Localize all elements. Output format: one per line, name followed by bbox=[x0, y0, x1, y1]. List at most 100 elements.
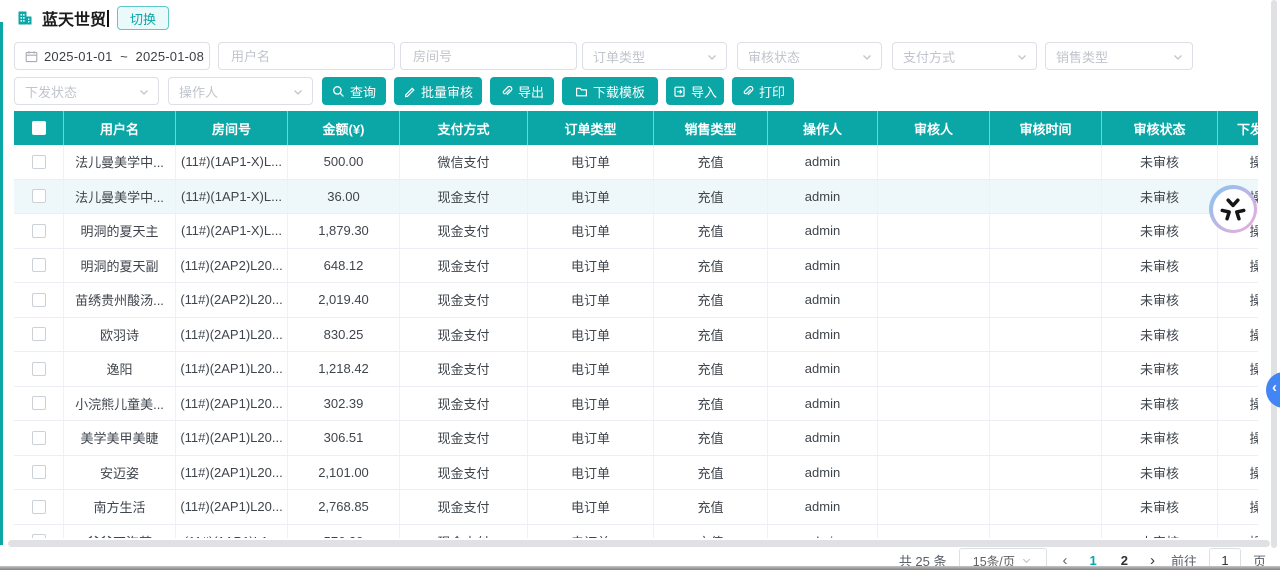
cell-room: (11#)(2AP2)L20... bbox=[176, 249, 288, 283]
row-checkbox[interactable] bbox=[32, 293, 46, 307]
batch-audit-button[interactable]: 批量审核 bbox=[394, 77, 482, 105]
horizontal-scrollbar[interactable] bbox=[8, 540, 1270, 547]
cell-action[interactable]: 操作 bbox=[1218, 456, 1258, 490]
download-template-button[interactable]: 下载模板 bbox=[562, 77, 658, 105]
chevron-down-icon bbox=[1021, 555, 1032, 566]
cell-amount: 302.39 bbox=[288, 387, 400, 421]
row-checkbox[interactable] bbox=[32, 258, 46, 272]
cell-pay: 现金支付 bbox=[400, 283, 528, 317]
cell-action[interactable]: 操作 bbox=[1218, 318, 1258, 352]
table-row: 明洞的夏天副(11#)(2AP2)L20...648.12现金支付电订单充值ad… bbox=[14, 249, 1258, 284]
cell-amount: 306.51 bbox=[288, 421, 400, 455]
cell-status: 未审核 bbox=[1102, 249, 1218, 283]
dispatch-status-select[interactable]: 下发状态 bbox=[14, 77, 159, 105]
cell-action[interactable]: 操作 bbox=[1218, 421, 1258, 455]
column-header: 审核时间 bbox=[990, 111, 1102, 145]
cell-order: 电订单 bbox=[528, 421, 654, 455]
cell-action[interactable]: 操作 bbox=[1218, 352, 1258, 386]
cell-pay: 现金支付 bbox=[400, 214, 528, 248]
cell-auditor bbox=[878, 249, 990, 283]
cell-action[interactable]: 操作 bbox=[1218, 145, 1258, 179]
cell-sale: 充值 bbox=[654, 456, 768, 490]
cell-order: 电订单 bbox=[528, 525, 654, 539]
cell-order: 电订单 bbox=[528, 249, 654, 283]
cell-sale: 充值 bbox=[654, 318, 768, 352]
date-range-input[interactable]: 2025-01-01 ~ 2025-01-08 bbox=[14, 42, 210, 70]
row-checkbox[interactable] bbox=[32, 534, 46, 538]
cell-auditor bbox=[878, 352, 990, 386]
cell-action[interactable]: 操作 bbox=[1218, 490, 1258, 524]
cell-auditor bbox=[878, 180, 990, 214]
cell-audit_time bbox=[990, 214, 1102, 248]
row-checkbox[interactable] bbox=[32, 362, 46, 376]
cell-user: 美学美甲美睫 bbox=[64, 421, 176, 455]
order-type-select[interactable]: 订单类型 bbox=[582, 42, 727, 70]
row-checkbox-cell bbox=[14, 490, 64, 524]
query-button[interactable]: 查询 bbox=[322, 77, 386, 105]
cell-user: 小浣熊儿童美... bbox=[64, 387, 176, 421]
select-all-checkbox[interactable] bbox=[32, 121, 46, 135]
building-icon bbox=[16, 9, 34, 27]
floating-assistant-button[interactable] bbox=[1209, 185, 1257, 233]
cell-status: 未审核 bbox=[1102, 283, 1218, 317]
cell-status: 未审核 bbox=[1102, 352, 1218, 386]
cell-operator: admin bbox=[768, 249, 878, 283]
row-checkbox[interactable] bbox=[32, 431, 46, 445]
row-checkbox[interactable] bbox=[32, 396, 46, 410]
pay-method-select[interactable]: 支付方式 bbox=[892, 42, 1037, 70]
cell-action[interactable]: 操作 bbox=[1218, 283, 1258, 317]
room-input[interactable] bbox=[411, 48, 566, 65]
pen-icon bbox=[403, 85, 416, 98]
cell-auditor bbox=[878, 145, 990, 179]
row-checkbox[interactable] bbox=[32, 500, 46, 514]
cell-pay: 现金支付 bbox=[400, 525, 528, 539]
cell-action[interactable]: 操作 bbox=[1218, 387, 1258, 421]
switch-button[interactable]: 切换 bbox=[117, 6, 169, 30]
filter-row-2: 下发状态 操作人 查询 批量审核 导出 下载模板 导入 打印 bbox=[0, 77, 1280, 105]
tri-spoke-logo-icon bbox=[1213, 189, 1254, 230]
collapse-chevron-icon: ‹ bbox=[1272, 379, 1277, 396]
cell-amount: 2,768.85 bbox=[288, 490, 400, 524]
operator-select[interactable]: 操作人 bbox=[168, 77, 313, 105]
print-button[interactable]: 打印 bbox=[732, 77, 794, 105]
cell-order: 电订单 bbox=[528, 214, 654, 248]
export-button[interactable]: 导出 bbox=[490, 77, 554, 105]
row-checkbox[interactable] bbox=[32, 189, 46, 203]
row-checkbox[interactable] bbox=[32, 327, 46, 341]
cell-operator: admin bbox=[768, 421, 878, 455]
cell-sale: 充值 bbox=[654, 421, 768, 455]
cell-order: 电订单 bbox=[528, 318, 654, 352]
audit-status-select[interactable]: 审核状态 bbox=[737, 42, 882, 70]
cell-pay: 现金支付 bbox=[400, 421, 528, 455]
data-table: 用户名房间号金额(¥)支付方式订单类型销售类型操作人审核人审核时间审核状态下发状… bbox=[14, 111, 1258, 538]
cell-status: 未审核 bbox=[1102, 145, 1218, 179]
cell-status: 未审核 bbox=[1102, 456, 1218, 490]
cell-amount: 1,879.30 bbox=[288, 214, 400, 248]
row-checkbox[interactable] bbox=[32, 465, 46, 479]
cell-operator: admin bbox=[768, 456, 878, 490]
row-checkbox-cell bbox=[14, 421, 64, 455]
cell-room: (11#)(2AP1-X)L... bbox=[176, 214, 288, 248]
chevron-down-icon bbox=[1172, 51, 1184, 66]
cell-room: (11#)(1AP1-X)L... bbox=[176, 145, 288, 179]
vertical-scrollbar[interactable] bbox=[1271, 0, 1277, 548]
table-row: 安迈姿(11#)(2AP1)L20...2,101.00现金支付电订单充值adm… bbox=[14, 456, 1258, 491]
row-checkbox[interactable] bbox=[32, 224, 46, 238]
cell-room: (11#)(2AP1)L20... bbox=[176, 352, 288, 386]
cell-pay: 微信支付 bbox=[400, 145, 528, 179]
cell-action[interactable]: 操作 bbox=[1218, 525, 1258, 539]
row-checkbox[interactable] bbox=[32, 155, 46, 169]
sale-type-select[interactable]: 销售类型 bbox=[1045, 42, 1193, 70]
import-button[interactable]: 导入 bbox=[666, 77, 724, 105]
cell-auditor bbox=[878, 421, 990, 455]
table-row: 法儿曼美学中...(11#)(1AP1-X)L...36.00现金支付电订单充值… bbox=[14, 180, 1258, 215]
drawer-toggle-button[interactable]: ‹ bbox=[1266, 372, 1280, 408]
filter-row-1: 2025-01-01 ~ 2025-01-08 订单类型 审核状态 支付方式 销… bbox=[0, 42, 1280, 70]
cell-action[interactable]: 操作 bbox=[1218, 249, 1258, 283]
cell-amount: 2,019.40 bbox=[288, 283, 400, 317]
table-row: 欧羽诗(11#)(2AP1)L20...830.25现金支付电订单充值admin… bbox=[14, 318, 1258, 353]
cell-sale: 充值 bbox=[654, 352, 768, 386]
cell-order: 电订单 bbox=[528, 283, 654, 317]
cell-room: (11#)(2AP1)L20... bbox=[176, 387, 288, 421]
username-input[interactable] bbox=[229, 48, 384, 65]
